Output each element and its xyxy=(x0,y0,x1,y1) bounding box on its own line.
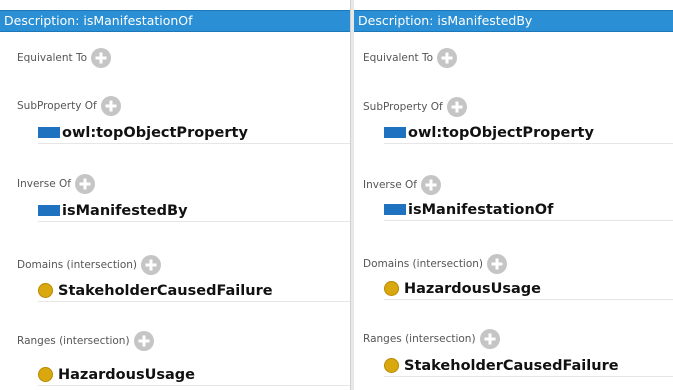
subproperty-of-label: SubProperty Of xyxy=(363,101,443,113)
inverse-of-entry[interactable]: isManifestationOf xyxy=(384,199,673,221)
class-icon xyxy=(384,358,399,373)
subproperty-of-entry[interactable]: owl:topObjectProperty xyxy=(384,122,673,144)
add-equivalent-to-icon[interactable] xyxy=(91,48,112,68)
add-range-icon[interactable] xyxy=(133,331,154,351)
add-equivalent-to-icon[interactable] xyxy=(437,48,458,68)
add-domain-icon[interactable] xyxy=(141,255,162,275)
range-value: StakeholderCausedFailure xyxy=(404,357,619,374)
description-panel-right: Description: isManifestedBy Equivalent T… xyxy=(354,0,673,390)
subproperty-of-value: owl:topObjectProperty xyxy=(408,124,594,141)
subproperty-of-entry[interactable]: owl:topObjectProperty xyxy=(38,122,350,144)
domain-value: HazardousUsage xyxy=(404,280,541,297)
add-range-icon[interactable] xyxy=(479,329,500,349)
domains-label: Domains (intersection) xyxy=(363,258,484,270)
description-panel-left: Description: isManifestationOf Equivalen… xyxy=(0,0,350,390)
inverse-of-value: isManifestationOf xyxy=(408,201,554,218)
domains-label: Domains (intersection) xyxy=(17,259,138,271)
inverse-of-section: Inverse Of xyxy=(363,175,441,195)
ranges-section: Ranges (intersection) xyxy=(17,331,154,351)
inverse-of-label: Inverse Of xyxy=(363,179,417,191)
domains-section: Domains (intersection) xyxy=(17,255,162,275)
object-property-icon xyxy=(38,205,60,216)
domains-section: Domains (intersection) xyxy=(363,254,508,274)
add-inverse-of-icon[interactable] xyxy=(420,175,441,195)
equivalent-to-label: Equivalent To xyxy=(363,52,434,64)
ranges-section: Ranges (intersection) xyxy=(363,329,500,349)
range-entry[interactable]: HazardousUsage xyxy=(38,364,350,386)
equivalent-to-label: Equivalent To xyxy=(17,52,88,64)
domain-entry[interactable]: StakeholderCausedFailure xyxy=(38,280,350,302)
object-property-icon xyxy=(38,127,60,138)
add-subproperty-of-icon[interactable] xyxy=(446,97,467,117)
ranges-label: Ranges (intersection) xyxy=(363,333,476,345)
domain-entry[interactable]: HazardousUsage xyxy=(384,278,673,300)
object-property-icon xyxy=(384,127,406,138)
add-subproperty-of-icon[interactable] xyxy=(100,96,121,116)
inverse-of-entry[interactable]: isManifestedBy xyxy=(38,200,350,222)
class-icon xyxy=(384,281,399,296)
subproperty-of-value: owl:topObjectProperty xyxy=(62,124,248,141)
class-icon xyxy=(38,283,53,298)
inverse-of-label: Inverse Of xyxy=(17,178,71,190)
panel-title-bar: Description: isManifestationOf xyxy=(0,10,350,32)
panel-title-bar: Description: isManifestedBy xyxy=(354,10,673,32)
ranges-label: Ranges (intersection) xyxy=(17,335,130,347)
subproperty-of-section: SubProperty Of xyxy=(363,97,467,117)
inverse-of-section: Inverse Of xyxy=(17,174,95,194)
subproperty-of-label: SubProperty Of xyxy=(17,100,97,112)
subproperty-of-section: SubProperty Of xyxy=(17,96,121,116)
range-value: HazardousUsage xyxy=(58,366,195,383)
class-icon xyxy=(38,367,53,382)
object-property-icon xyxy=(384,204,406,215)
range-entry[interactable]: StakeholderCausedFailure xyxy=(384,355,673,377)
domain-value: StakeholderCausedFailure xyxy=(58,282,273,299)
equivalent-to-section: Equivalent To xyxy=(17,48,112,68)
add-inverse-of-icon[interactable] xyxy=(74,174,95,194)
add-domain-icon[interactable] xyxy=(487,254,508,274)
inverse-of-value: isManifestedBy xyxy=(62,202,188,219)
equivalent-to-section: Equivalent To xyxy=(363,48,458,68)
